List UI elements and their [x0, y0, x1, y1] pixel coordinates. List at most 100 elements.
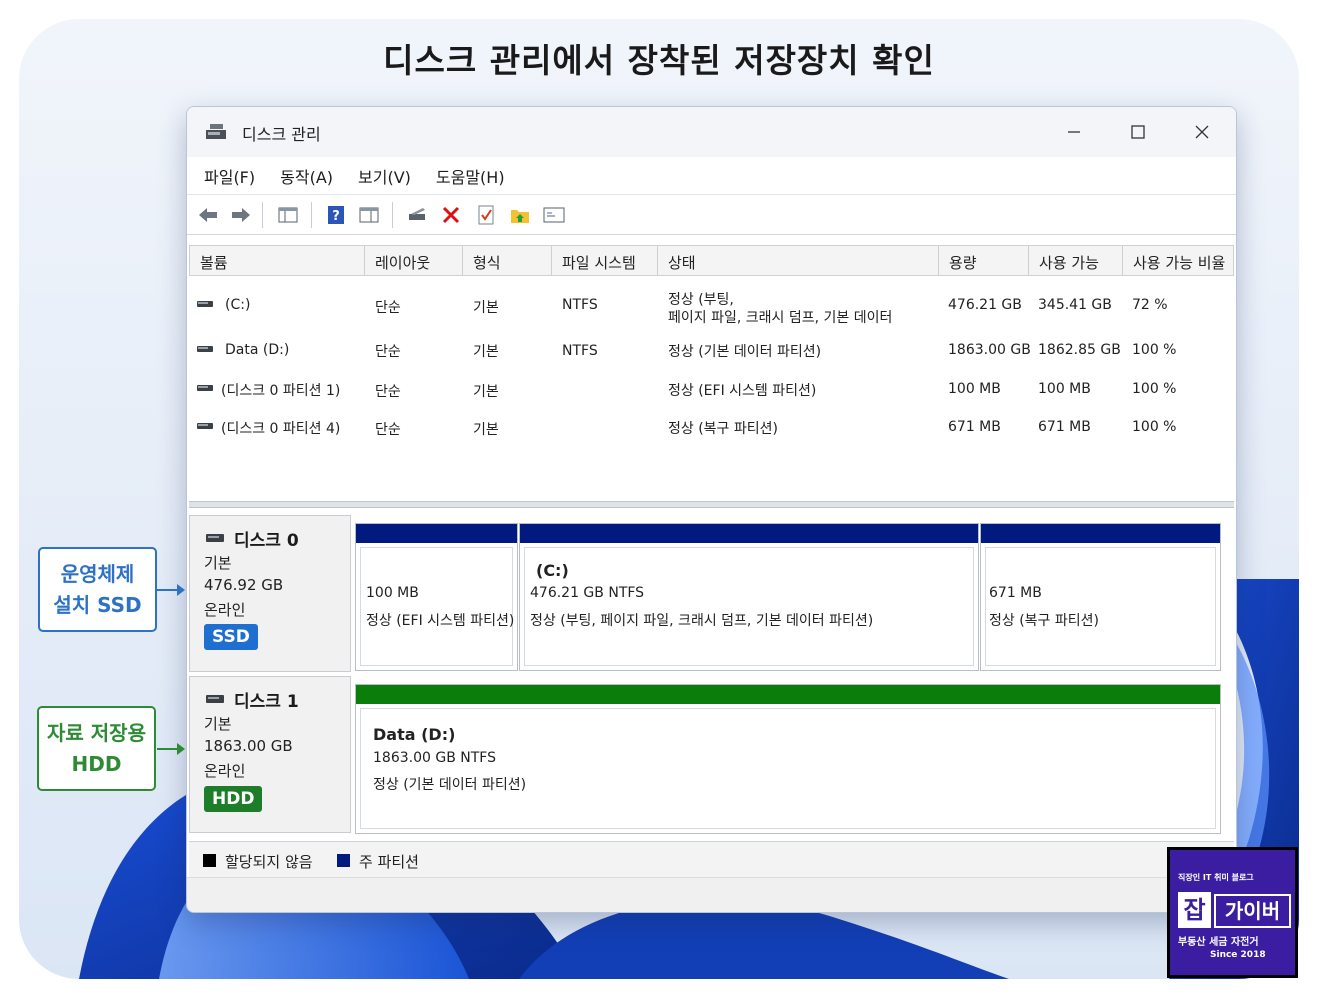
minimize-icon[interactable] — [1054, 115, 1094, 149]
partition-status: 정상 (EFI 시스템 파티션) — [366, 613, 515, 629]
hdd-callout-line1: 자료 저장용 — [47, 721, 146, 745]
ssd-callout-line1: 운영체제 — [60, 562, 135, 586]
cell-capacity: 100 MB — [948, 381, 1001, 397]
table-row[interactable]: Data (D:) 단순 기본 NTFS 정상 (기본 데이터 파티션) 186… — [189, 332, 1234, 372]
hdd-badge: HDD — [204, 786, 263, 812]
folder-up-icon[interactable] — [509, 204, 531, 226]
console-icon[interactable] — [543, 204, 565, 226]
disk-kind: 기본 — [204, 715, 232, 733]
delete-icon[interactable] — [440, 204, 462, 226]
checkmark-icon[interactable] — [475, 204, 497, 226]
hdd-arrow-icon — [157, 743, 185, 755]
disk-state: 온라인 — [204, 762, 246, 780]
cell-layout: 단순 — [375, 422, 401, 438]
ssd-arrow-icon — [157, 584, 185, 596]
partition-name: Data (D:) — [373, 725, 456, 744]
connect-disk-icon[interactable] — [406, 204, 428, 226]
cell-percent: 72 % — [1132, 297, 1168, 313]
cell-capacity: 671 MB — [948, 419, 1001, 435]
blog-logo: 직장인 IT 취미 블로그 잡 가이버 부동산 세금 자전거 Since 201… — [1167, 847, 1298, 978]
logo-topics: 부동산 세금 자전거 — [1178, 937, 1259, 948]
console-tree-icon[interactable] — [277, 204, 299, 226]
cell-volume: (디스크 0 파티션 4) — [221, 421, 341, 437]
help-icon[interactable]: ? — [325, 204, 347, 226]
column-header-status[interactable]: 상태 — [658, 245, 939, 276]
ssd-callout: 운영체제 설치 SSD — [38, 547, 157, 632]
maximize-icon[interactable] — [1118, 115, 1158, 149]
cell-status: 정상 (EFI 시스템 파티션) — [668, 383, 817, 399]
toolbar-separator — [262, 202, 263, 228]
legend-primary: 주 파티션 — [359, 853, 419, 871]
column-header-free[interactable]: 사용 가능 — [1029, 245, 1123, 276]
cell-free: 345.41 GB — [1038, 297, 1112, 313]
column-header-capacity[interactable]: 용량 — [939, 245, 1029, 276]
cell-percent: 100 % — [1132, 381, 1177, 397]
unallocated-swatch — [203, 854, 216, 867]
partition-status: 정상 (부팅, 페이지 파일, 크래시 덤프, 기본 데이터 파티션) — [530, 613, 874, 629]
table-row[interactable]: (C:) 단순 기본 NTFS 정상 (부팅, 페이지 파일, 크래시 덤프, … — [189, 287, 1234, 327]
cell-capacity: 476.21 GB — [948, 297, 1022, 313]
disk-name: 디스크 1 — [234, 692, 299, 712]
column-header-volume[interactable]: 볼륨 — [189, 245, 365, 276]
primary-partition-bar — [520, 524, 978, 543]
column-header-type[interactable]: 형식 — [463, 245, 552, 276]
legend-bar: 할당되지 않음 주 파티션 — [189, 841, 1234, 877]
table-row[interactable]: (디스크 0 파티션 1) 단순 기본 정상 (EFI 시스템 파티션) 100… — [189, 371, 1234, 411]
toolbar-separator — [392, 202, 393, 228]
disk-size: 476.92 GB — [204, 576, 284, 594]
cell-filesystem: NTFS — [562, 297, 598, 313]
primary-partition-bar — [981, 524, 1220, 543]
menu-file[interactable]: 파일(F) — [204, 164, 255, 188]
column-header-percent-free[interactable]: 사용 가능 비율 — [1123, 245, 1234, 276]
cell-layout: 단순 — [375, 344, 401, 360]
partition-efi[interactable]: 100 MB 정상 (EFI 시스템 파티션) — [355, 523, 518, 671]
page-headline: 디스크 관리에서 장착된 저장장치 확인 — [383, 41, 935, 80]
disk-size: 1863.00 GB — [204, 737, 293, 755]
partition-d[interactable]: Data (D:) 1863.00 GB NTFS 정상 (기본 데이터 파티션… — [355, 684, 1221, 834]
logo-tagline: 직장인 IT 취미 블로그 — [1178, 873, 1254, 882]
partition-size: 1863.00 GB NTFS — [373, 750, 496, 766]
disk-1-label[interactable]: 디스크 1 기본 1863.00 GB 온라인 HDD — [189, 676, 351, 833]
logo-name: 가이버 — [1214, 894, 1291, 928]
properties-icon[interactable] — [358, 204, 380, 226]
ssd-callout-line2: 설치 SSD — [53, 593, 142, 617]
column-header-filesystem[interactable]: 파일 시스템 — [552, 245, 658, 276]
cell-capacity: 1863.00 GB — [948, 342, 1031, 358]
cell-status: 정상 (부팅, — [668, 292, 734, 308]
cell-type: 기본 — [473, 422, 499, 438]
menu-action[interactable]: 동작(A) — [280, 164, 333, 188]
toolbar: ? — [187, 195, 1236, 235]
cell-type: 기본 — [473, 344, 499, 360]
partition-name: (C:) — [536, 561, 569, 580]
hdd-callout-line2: HDD — [71, 752, 122, 776]
partition-recovery[interactable]: 671 MB 정상 (복구 파티션) — [980, 523, 1221, 671]
partition-c[interactable]: (C:) 476.21 GB NTFS 정상 (부팅, 페이지 파일, 크래시 … — [519, 523, 979, 671]
disk-0-label[interactable]: 디스크 0 기본 476.92 GB 온라인 SSD — [189, 515, 351, 672]
pane-splitter[interactable] — [189, 501, 1234, 508]
back-arrow-icon[interactable] — [197, 204, 219, 226]
menu-help[interactable]: 도움말(H) — [436, 164, 505, 188]
table-row[interactable]: (디스크 0 파티션 4) 단순 기본 정상 (복구 파티션) 671 MB 6… — [189, 409, 1234, 449]
partition-status: 정상 (기본 데이터 파티션) — [373, 777, 527, 793]
column-header-layout[interactable]: 레이아웃 — [365, 245, 463, 276]
cell-layout: 단순 — [375, 384, 401, 400]
partition-status: 정상 (복구 파티션) — [989, 613, 1099, 629]
disk-management-window: 디스크 관리 파일(F) 동작(A) 보기(V) 도움말(H) ? 볼륨 레이아… — [186, 106, 1237, 913]
menu-view[interactable]: 보기(V) — [358, 164, 411, 188]
forward-arrow-icon[interactable] — [230, 204, 252, 226]
data-partition-bar — [356, 685, 1220, 704]
logo-since: Since 2018 — [1210, 950, 1266, 960]
cell-layout: 단순 — [375, 300, 401, 316]
cell-status: 정상 (기본 데이터 파티션) — [668, 344, 822, 360]
disk-graph-pane: 디스크 0 기본 476.92 GB 온라인 SSD 100 MB 정상 (EF… — [189, 509, 1234, 839]
volume-disk-icon — [197, 423, 213, 429]
volume-disk-icon — [197, 346, 213, 352]
partition-size: 476.21 GB NTFS — [530, 585, 645, 601]
status-bar — [187, 877, 1236, 912]
disk-kind: 기본 — [204, 554, 232, 572]
window-title: 디스크 관리 — [242, 125, 321, 144]
close-icon[interactable] — [1182, 115, 1222, 149]
toolbar-separator — [311, 202, 312, 228]
cell-type: 기본 — [473, 300, 499, 316]
cell-type: 기본 — [473, 384, 499, 400]
